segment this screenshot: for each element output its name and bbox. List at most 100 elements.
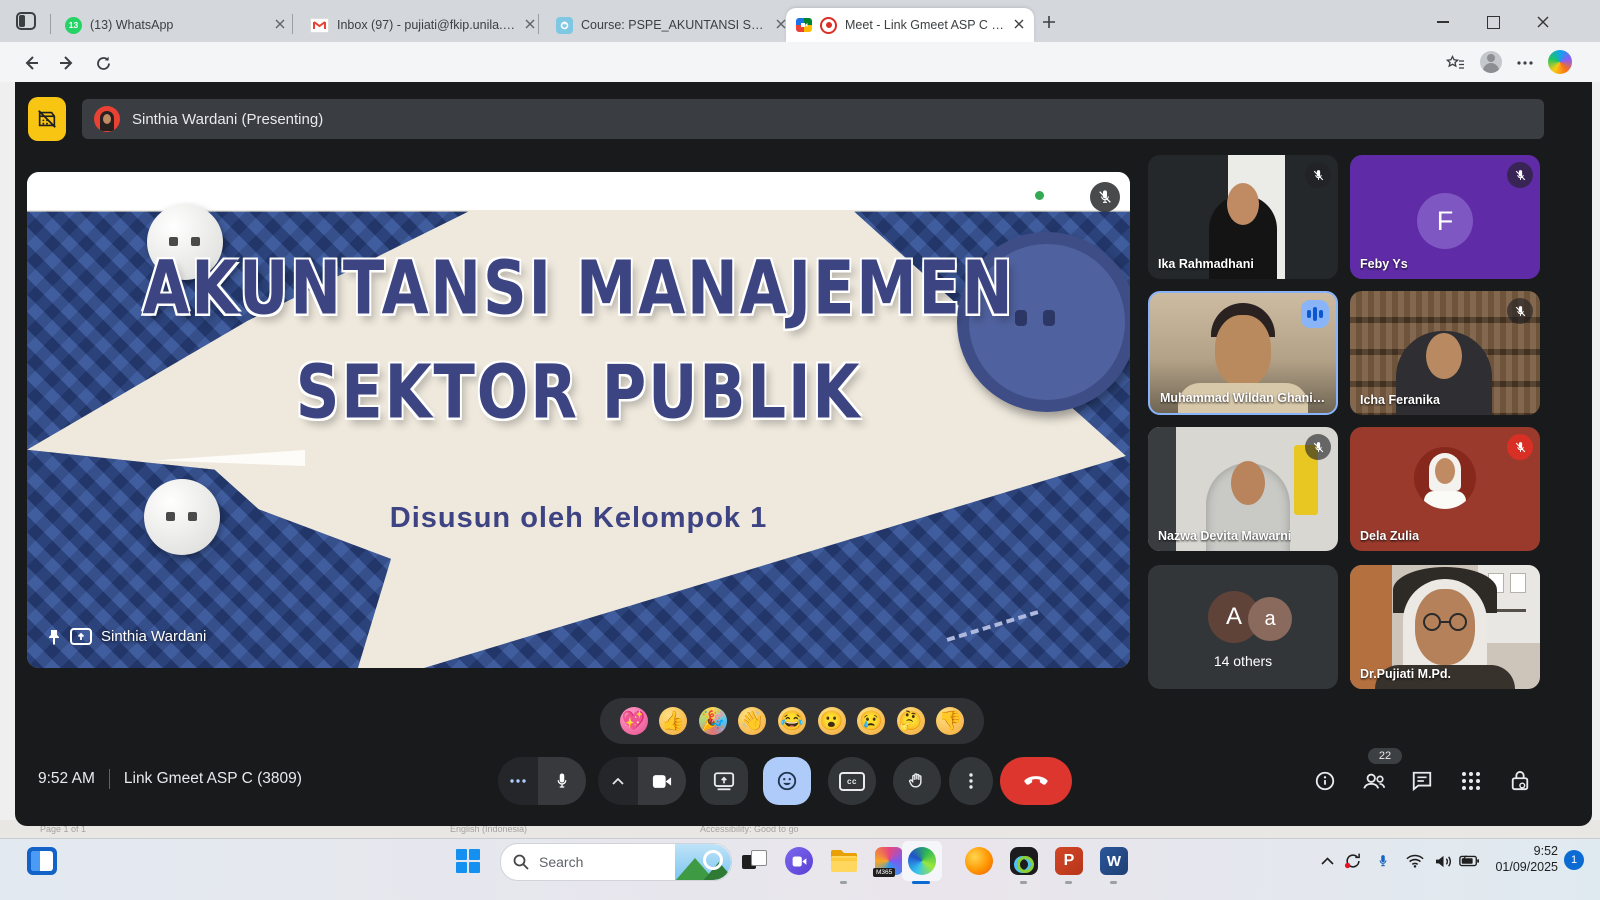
presenting-banner-label: Sinthia Wardani (Presenting): [132, 111, 323, 128]
copilot-icon[interactable]: [1548, 50, 1572, 74]
start-button[interactable]: [452, 845, 484, 877]
participant-tile-others[interactable]: A a 14 others: [1148, 565, 1338, 689]
tab-close-icon[interactable]: [1014, 18, 1024, 32]
presentation-tile[interactable]: AKUNTANSI MANAJEMEN SEKTOR PUBLIK Disusu…: [27, 172, 1130, 668]
reaction-cry[interactable]: 😢: [857, 707, 885, 735]
course-site-icon: [556, 17, 573, 34]
camera-control[interactable]: [598, 757, 686, 805]
powerpoint-icon[interactable]: P: [1053, 845, 1085, 877]
tab-close-icon[interactable]: [776, 18, 786, 32]
back-button[interactable]: [18, 50, 44, 76]
refresh-button[interactable]: [90, 50, 116, 76]
reactions-button-active[interactable]: [763, 757, 811, 805]
running-app-indicator: [1020, 881, 1027, 884]
browser-toolbar: https://meet.google.com/jau-vrvq-xjw: [0, 42, 1600, 82]
mic-control[interactable]: [498, 757, 586, 805]
participant-tile-icha[interactable]: Icha Feranika: [1350, 291, 1540, 415]
participant-tile-pujiati[interactable]: Dr.Pujiati M.Pd.: [1350, 565, 1540, 689]
person-face: [1227, 183, 1259, 225]
taskbar-search[interactable]: Search: [500, 843, 732, 881]
tab-title: Meet - Link Gmeet ASP C (38: [845, 18, 1006, 32]
browser-menu-icon[interactable]: [1512, 50, 1538, 76]
participant-tile-nazwa[interactable]: Nazwa Devita Mawarni: [1148, 427, 1338, 551]
chat-button[interactable]: [1410, 769, 1434, 793]
reaction-thumbs-down[interactable]: 👎: [936, 707, 964, 735]
camera-options-icon[interactable]: [598, 757, 638, 805]
person-face: [1426, 333, 1462, 379]
reaction-thumbs-up[interactable]: 👍: [659, 707, 687, 735]
reaction-clap[interactable]: 👋: [738, 707, 766, 735]
recording-warning-button[interactable]: [28, 97, 66, 141]
webex-icon[interactable]: [1008, 845, 1040, 877]
tab-gmail[interactable]: Inbox (97) - pujiati@fkip.unila.ac.i: [300, 8, 545, 42]
participant-name: Dela Zulia: [1360, 529, 1419, 543]
tab-course[interactable]: Course: PSPE_AKUNTANSI SEKTO: [546, 8, 796, 42]
activities-grid-button[interactable]: [1459, 769, 1483, 793]
present-button[interactable]: [700, 757, 748, 805]
profile-avatar[interactable]: [1480, 51, 1502, 73]
participant-name: Ika Rahmadhani: [1158, 257, 1254, 271]
participant-tile-feby[interactable]: F Feby Ys: [1350, 155, 1540, 279]
chat-app-icon[interactable]: [783, 845, 815, 877]
search-icon: [513, 854, 529, 870]
m365-copilot-icon[interactable]: M365: [873, 845, 905, 877]
people-button[interactable]: [1362, 769, 1386, 793]
google-meet-icon: [796, 18, 812, 32]
tab-whatsapp[interactable]: 13 (13) WhatsApp: [55, 8, 295, 42]
end-call-button[interactable]: [1000, 757, 1072, 805]
reaction-surprised[interactable]: 😮: [818, 707, 846, 735]
tab-search-icon[interactable]: [14, 10, 38, 32]
window-close-button[interactable]: [1528, 12, 1558, 32]
participant-tile-ika[interactable]: Ika Rahmadhani: [1148, 155, 1338, 279]
tray-microphone-icon[interactable]: [1372, 850, 1394, 872]
favorites-bar-icon[interactable]: [1442, 50, 1468, 76]
tab-close-icon[interactable]: [525, 18, 535, 32]
tab-title: Course: PSPE_AKUNTANSI SEKTO: [581, 18, 768, 32]
taskbar-pinned-app-icon[interactable]: [26, 845, 58, 877]
mic-options-icon[interactable]: [498, 757, 538, 805]
window-maximize-button[interactable]: [1478, 12, 1508, 32]
firefox-icon[interactable]: [963, 845, 995, 877]
tray-sync-recording-icon[interactable]: [1342, 850, 1364, 872]
edge-browser-icon[interactable]: [906, 845, 938, 877]
participant-tile-dela[interactable]: Dela Zulia: [1350, 427, 1540, 551]
reaction-thinking[interactable]: 🤔: [897, 707, 925, 735]
reaction-party[interactable]: 🎉: [699, 707, 727, 735]
tray-chevron-up-icon[interactable]: [1316, 850, 1338, 872]
participant-tile-muhammad[interactable]: Muhammad Wildan Ghani…: [1148, 291, 1338, 415]
recording-indicator-icon: [820, 17, 837, 34]
presenter-name-label: Sinthia Wardani: [47, 628, 206, 645]
host-controls-button[interactable]: [1508, 769, 1532, 793]
raise-hand-button[interactable]: [893, 757, 941, 805]
tab-divider: [292, 14, 293, 34]
file-explorer-icon[interactable]: [828, 845, 860, 877]
participant-name: Muhammad Wildan Ghani…: [1160, 391, 1325, 405]
tab-close-icon[interactable]: [275, 18, 285, 32]
task-view-icon[interactable]: [738, 845, 770, 877]
active-app-indicator: [912, 881, 930, 884]
forward-button[interactable]: [54, 50, 80, 76]
running-app-indicator: [840, 881, 847, 884]
reaction-joy[interactable]: 😂: [778, 707, 806, 735]
mic-button[interactable]: [538, 757, 586, 805]
tab-meet-active[interactable]: Meet - Link Gmeet ASP C (38: [786, 8, 1034, 42]
more-options-button[interactable]: [949, 757, 993, 805]
captions-icon: cc: [839, 772, 865, 791]
new-tab-button[interactable]: [1036, 12, 1062, 32]
word-icon[interactable]: W: [1098, 845, 1130, 877]
presenter-avatar: [94, 106, 120, 132]
window-minimize-button[interactable]: [1428, 12, 1458, 32]
meeting-details-button[interactable]: [1313, 769, 1337, 793]
notification-badge[interactable]: 1: [1564, 850, 1584, 870]
person-face: [1231, 461, 1265, 505]
captions-button[interactable]: cc: [828, 757, 876, 805]
taskbar-clock[interactable]: 9:52 01/09/2025: [1470, 843, 1558, 875]
tray-volume-icon[interactable]: [1432, 850, 1454, 872]
reaction-heart[interactable]: 💖: [620, 707, 648, 735]
tray-wifi-icon[interactable]: [1404, 850, 1426, 872]
weather-widget-thumbnail[interactable]: [675, 844, 731, 880]
camera-button[interactable]: [638, 757, 686, 805]
mic-muted-icon: [1305, 434, 1331, 460]
whatsapp-icon: 13: [65, 17, 82, 34]
gmail-icon: [310, 18, 329, 33]
